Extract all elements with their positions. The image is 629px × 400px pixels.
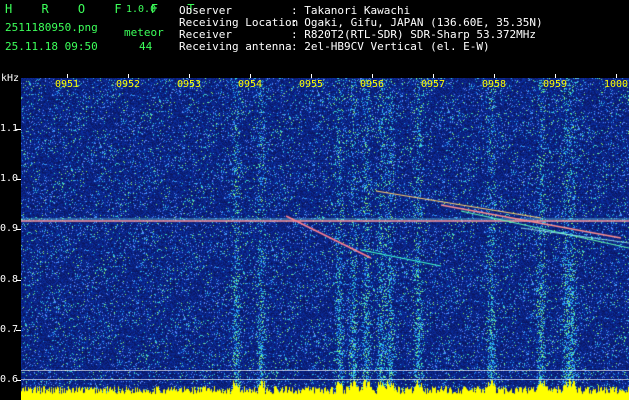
x-tick-mark	[555, 74, 556, 78]
meteor-label: meteor	[124, 26, 164, 39]
file-name: 2511180950.png	[5, 21, 98, 34]
app-version: 1.0.0	[126, 4, 157, 15]
y-tick-mark	[16, 229, 21, 230]
x-tick-mark	[250, 74, 251, 78]
x-tick-label: 0958	[482, 79, 507, 90]
x-tick-label: 0957	[421, 79, 446, 90]
x-tick-mark	[189, 74, 190, 78]
antenna-label: Receiving antenna	[179, 40, 292, 53]
x-tick-mark	[616, 74, 617, 78]
x-tick-mark	[128, 74, 129, 78]
antenna-value: : 2el-HB9CV Vertical (el. E-W)	[291, 40, 490, 53]
x-tick-label: 1000	[604, 79, 629, 90]
receiver-label: Receiver	[179, 28, 232, 41]
waterfall-canvas	[21, 78, 629, 400]
x-tick-mark	[372, 74, 373, 78]
y-tick-mark	[16, 179, 21, 180]
y-axis-unit: kHz	[1, 73, 20, 84]
x-tick-mark	[494, 74, 495, 78]
x-tick-label: 0953	[177, 79, 202, 90]
y-tick-mark	[16, 280, 21, 281]
x-tick-mark	[433, 74, 434, 78]
date-time: 25.11.18 09:50	[5, 40, 98, 53]
location-label: Receiving Location	[179, 16, 299, 29]
x-tick-label: 0951	[55, 79, 80, 90]
location-value: : Ogaki, Gifu, JAPAN (136.60E, 35.35N)	[291, 16, 543, 29]
y-tick-mark	[16, 330, 21, 331]
spectrogram-waterfall[interactable]	[21, 78, 629, 400]
x-tick-mark	[67, 74, 68, 78]
reference-line-lower	[21, 379, 629, 380]
x-tick-mark	[311, 74, 312, 78]
receiver-value: : R820T2(RTL-SDR) SDR-Sharp 53.372MHz	[291, 28, 537, 41]
observer-label: Observer	[179, 4, 232, 17]
x-tick-label: 0959	[543, 79, 568, 90]
x-tick-label: 0956	[360, 79, 385, 90]
reference-line-upper	[21, 370, 629, 371]
header-panel: H R O F F T 1.0.0 2511180950.png meteor …	[0, 0, 629, 74]
x-tick-label: 0952	[116, 79, 141, 90]
meteor-count: 44	[139, 40, 153, 53]
x-tick-label: 0954	[238, 79, 263, 90]
observer-value: : Takanori Kawachi	[291, 4, 411, 17]
y-tick-mark	[16, 129, 21, 130]
app-name: H R O F F T	[5, 2, 206, 16]
y-tick-mark	[16, 380, 21, 381]
x-tick-label: 0955	[299, 79, 324, 90]
